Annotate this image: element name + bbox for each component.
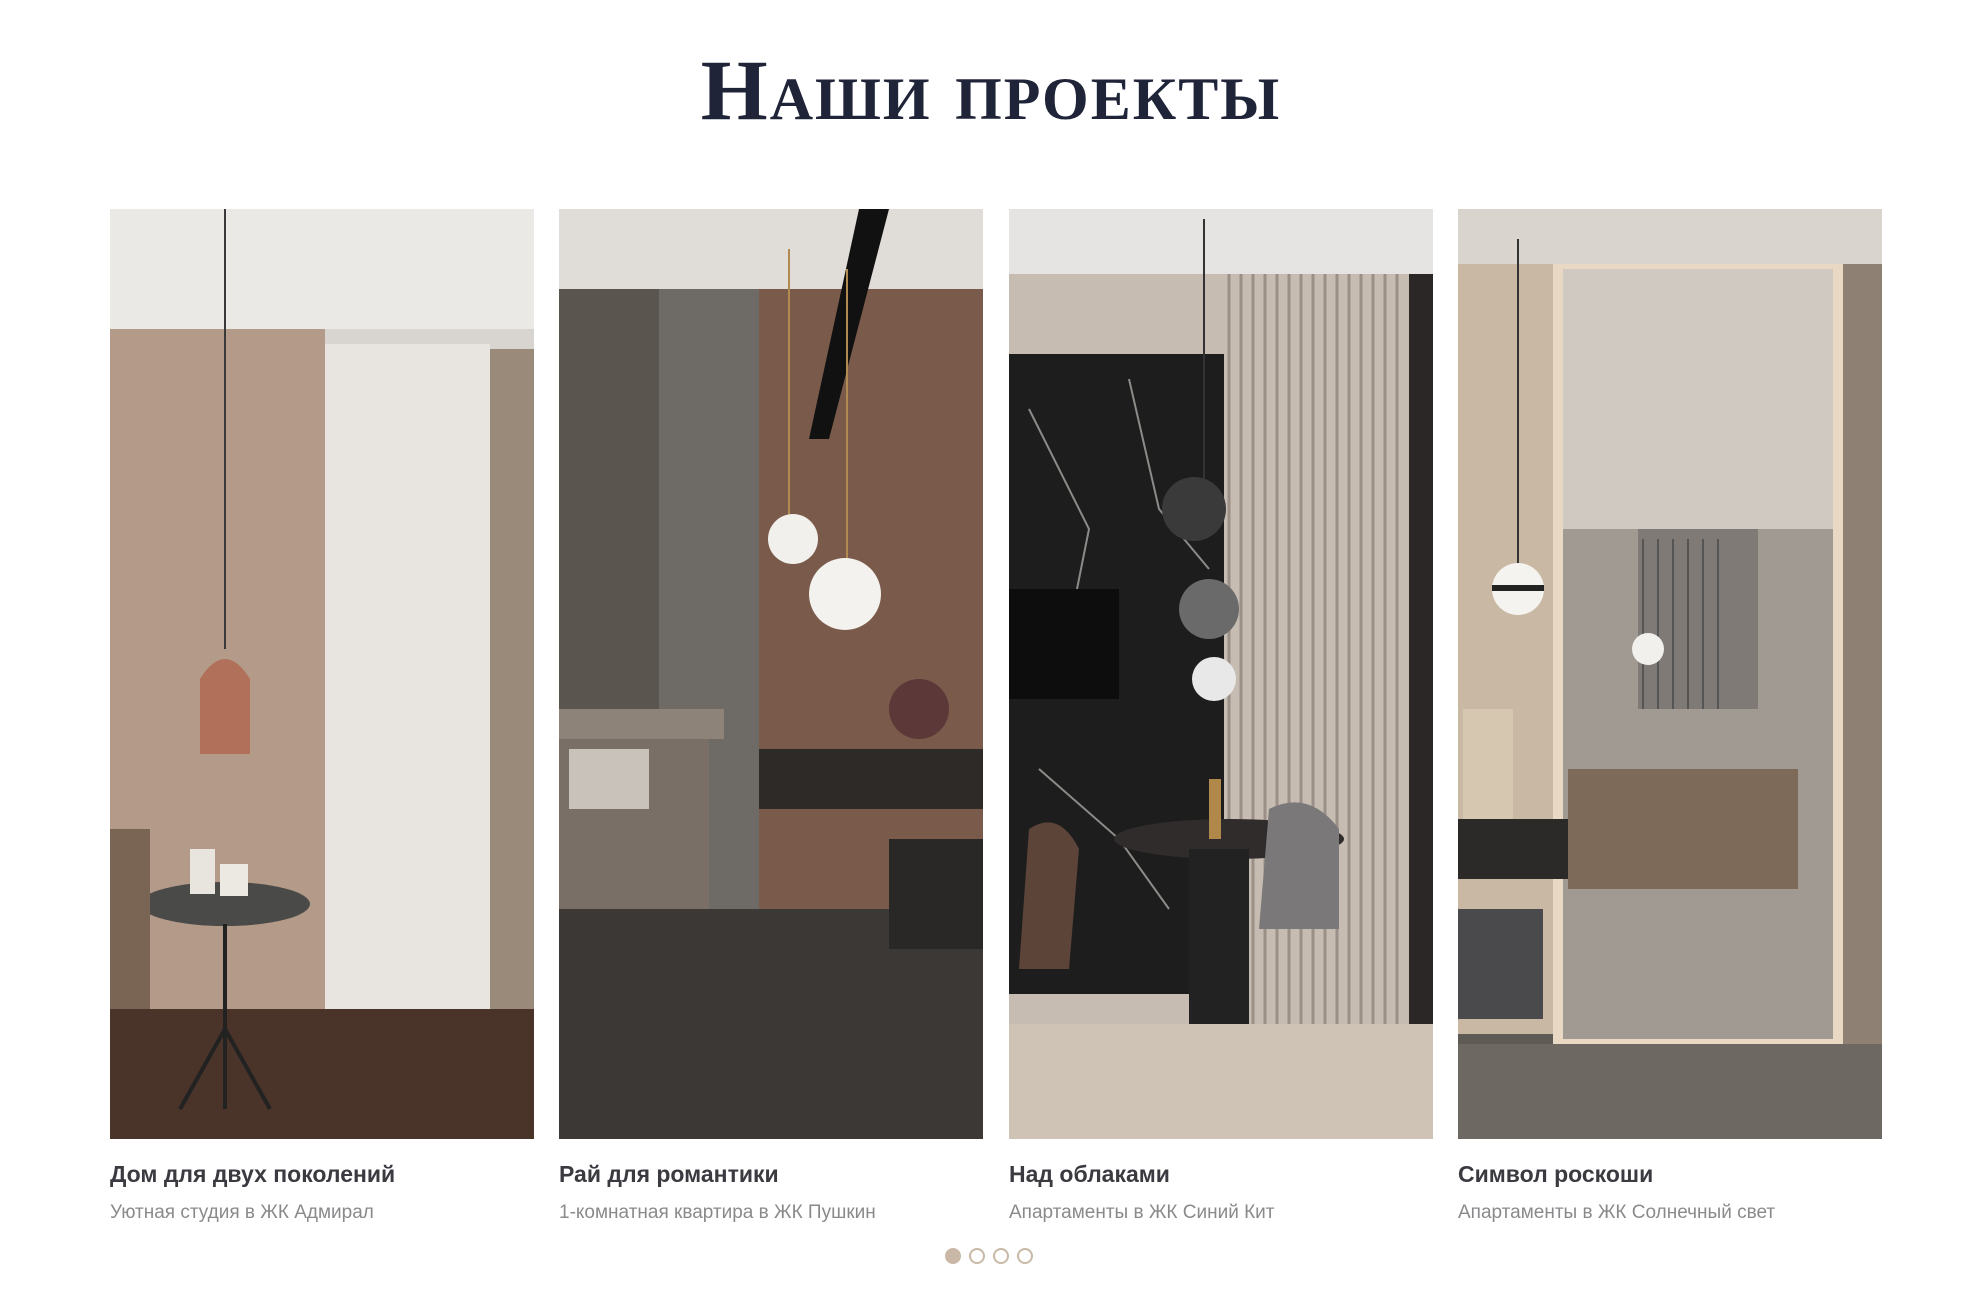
project-card[interactable]: Символ роскоши Апартаменты в ЖК Солнечны… [1458, 209, 1882, 1224]
project-photo [1458, 209, 1882, 1139]
projects-carousel: Дом для двух поколений Уютная студия в Ж… [110, 209, 1882, 1229]
project-description: Апартаменты в ЖК Синий Кит [1009, 1202, 1275, 1223]
project-card[interactable]: Рай для романтики 1-комнатная квартира в… [559, 209, 983, 1224]
project-photo [110, 209, 534, 1139]
project-card[interactable]: Над облаками Апартаменты в ЖК Синий Кит [1009, 209, 1433, 1224]
project-description: Апартаменты в ЖК Солнечный свет [1458, 1202, 1776, 1223]
project-name: Рай для романтики [559, 1161, 779, 1187]
project-description: Уютная студия в ЖК Адмирал [110, 1202, 374, 1223]
section-title: Наши проекты [700, 42, 1282, 138]
project-photo [1009, 209, 1433, 1139]
pagination-dot[interactable] [993, 1248, 1009, 1264]
pagination-dot[interactable] [1017, 1248, 1033, 1264]
project-name: Над облаками [1009, 1161, 1170, 1187]
pagination-dot[interactable] [945, 1248, 961, 1264]
project-photo [559, 209, 983, 1139]
project-name: Дом для двух поколений [110, 1161, 396, 1187]
project-description: 1-комнатная квартира в ЖК Пушкин [559, 1202, 876, 1223]
carousel-pagination [945, 1248, 1033, 1270]
project-name: Символ роскоши [1458, 1161, 1654, 1187]
pagination-dot[interactable] [969, 1248, 985, 1264]
project-card[interactable]: Дом для двух поколений Уютная студия в Ж… [110, 209, 534, 1224]
